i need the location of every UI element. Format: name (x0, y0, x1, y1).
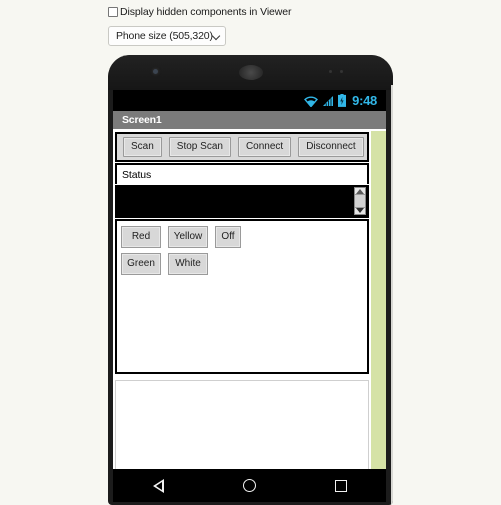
phone-bezel-edge (391, 85, 393, 505)
stop-scan-button[interactable]: Stop Scan (168, 137, 231, 157)
scan-button[interactable]: Scan (123, 137, 162, 157)
action-buttons-row: Scan Stop Scan Connect Disconnect (115, 132, 369, 162)
listview-scrollbar[interactable] (354, 187, 366, 215)
green-button[interactable]: Green (121, 253, 161, 275)
cellular-signal-icon (323, 95, 334, 106)
status-bar-clock: 9:48 (352, 93, 377, 108)
app-title-bar: Screen1 (113, 111, 386, 130)
scroll-arrow-down-icon[interactable] (356, 208, 364, 213)
screen-title: Screen1 (122, 114, 162, 126)
yellow-button[interactable]: Yellow (168, 226, 208, 248)
screen-content-column: Scan Stop Scan Connect Disconnect Status (113, 131, 371, 469)
display-hidden-components-label: Display hidden components in Viewer (120, 6, 292, 18)
front-camera-icon (153, 69, 158, 74)
phone-top-bezel (108, 55, 393, 90)
disconnect-button[interactable]: Disconnect (298, 137, 364, 157)
empty-arrangement-panel (115, 380, 369, 469)
wifi-icon (304, 96, 319, 107)
accent-strip (371, 131, 386, 469)
android-status-bar: 9:48 (113, 90, 386, 111)
white-button[interactable]: White (168, 253, 208, 275)
phone-size-dropdown[interactable]: Phone size (505,320) (108, 26, 226, 46)
android-navigation-bar (113, 469, 386, 502)
sensor-dots-icon (329, 70, 351, 74)
nav-home-icon[interactable] (242, 479, 256, 492)
nav-recent-icon[interactable] (334, 479, 347, 492)
earpiece-speaker-icon (238, 65, 263, 80)
display-hidden-components-checkbox[interactable] (108, 7, 118, 17)
devices-listview[interactable] (115, 185, 369, 218)
scrollbar-track[interactable] (355, 194, 365, 208)
red-button[interactable]: Red (121, 226, 161, 248)
color-buttons-row-1: Red Yellow Off (121, 226, 367, 248)
color-buttons-panel: Red Yellow Off Green White (115, 219, 369, 374)
chevron-down-icon (213, 32, 221, 40)
phone-screen: 9:48 Screen1 Scan Stop Scan Connect Disc… (113, 90, 386, 469)
nav-back-icon[interactable] (152, 478, 164, 493)
color-buttons-row-2: Green White (121, 253, 367, 275)
phone-device-mockup: 9:48 Screen1 Scan Stop Scan Connect Disc… (108, 55, 393, 505)
battery-icon (338, 94, 347, 107)
hidden-components-row: Display hidden components in Viewer (108, 6, 408, 20)
phone-size-selected-value: Phone size (505,320) (116, 30, 213, 42)
status-label-panel: Status (115, 163, 369, 184)
connect-button[interactable]: Connect (237, 137, 292, 157)
status-label: Status (122, 168, 152, 181)
viewer-controls: Display hidden components in Viewer Phon… (108, 6, 408, 46)
off-button[interactable]: Off (215, 226, 241, 248)
screen-body: Scan Stop Scan Connect Disconnect Status (113, 131, 386, 469)
